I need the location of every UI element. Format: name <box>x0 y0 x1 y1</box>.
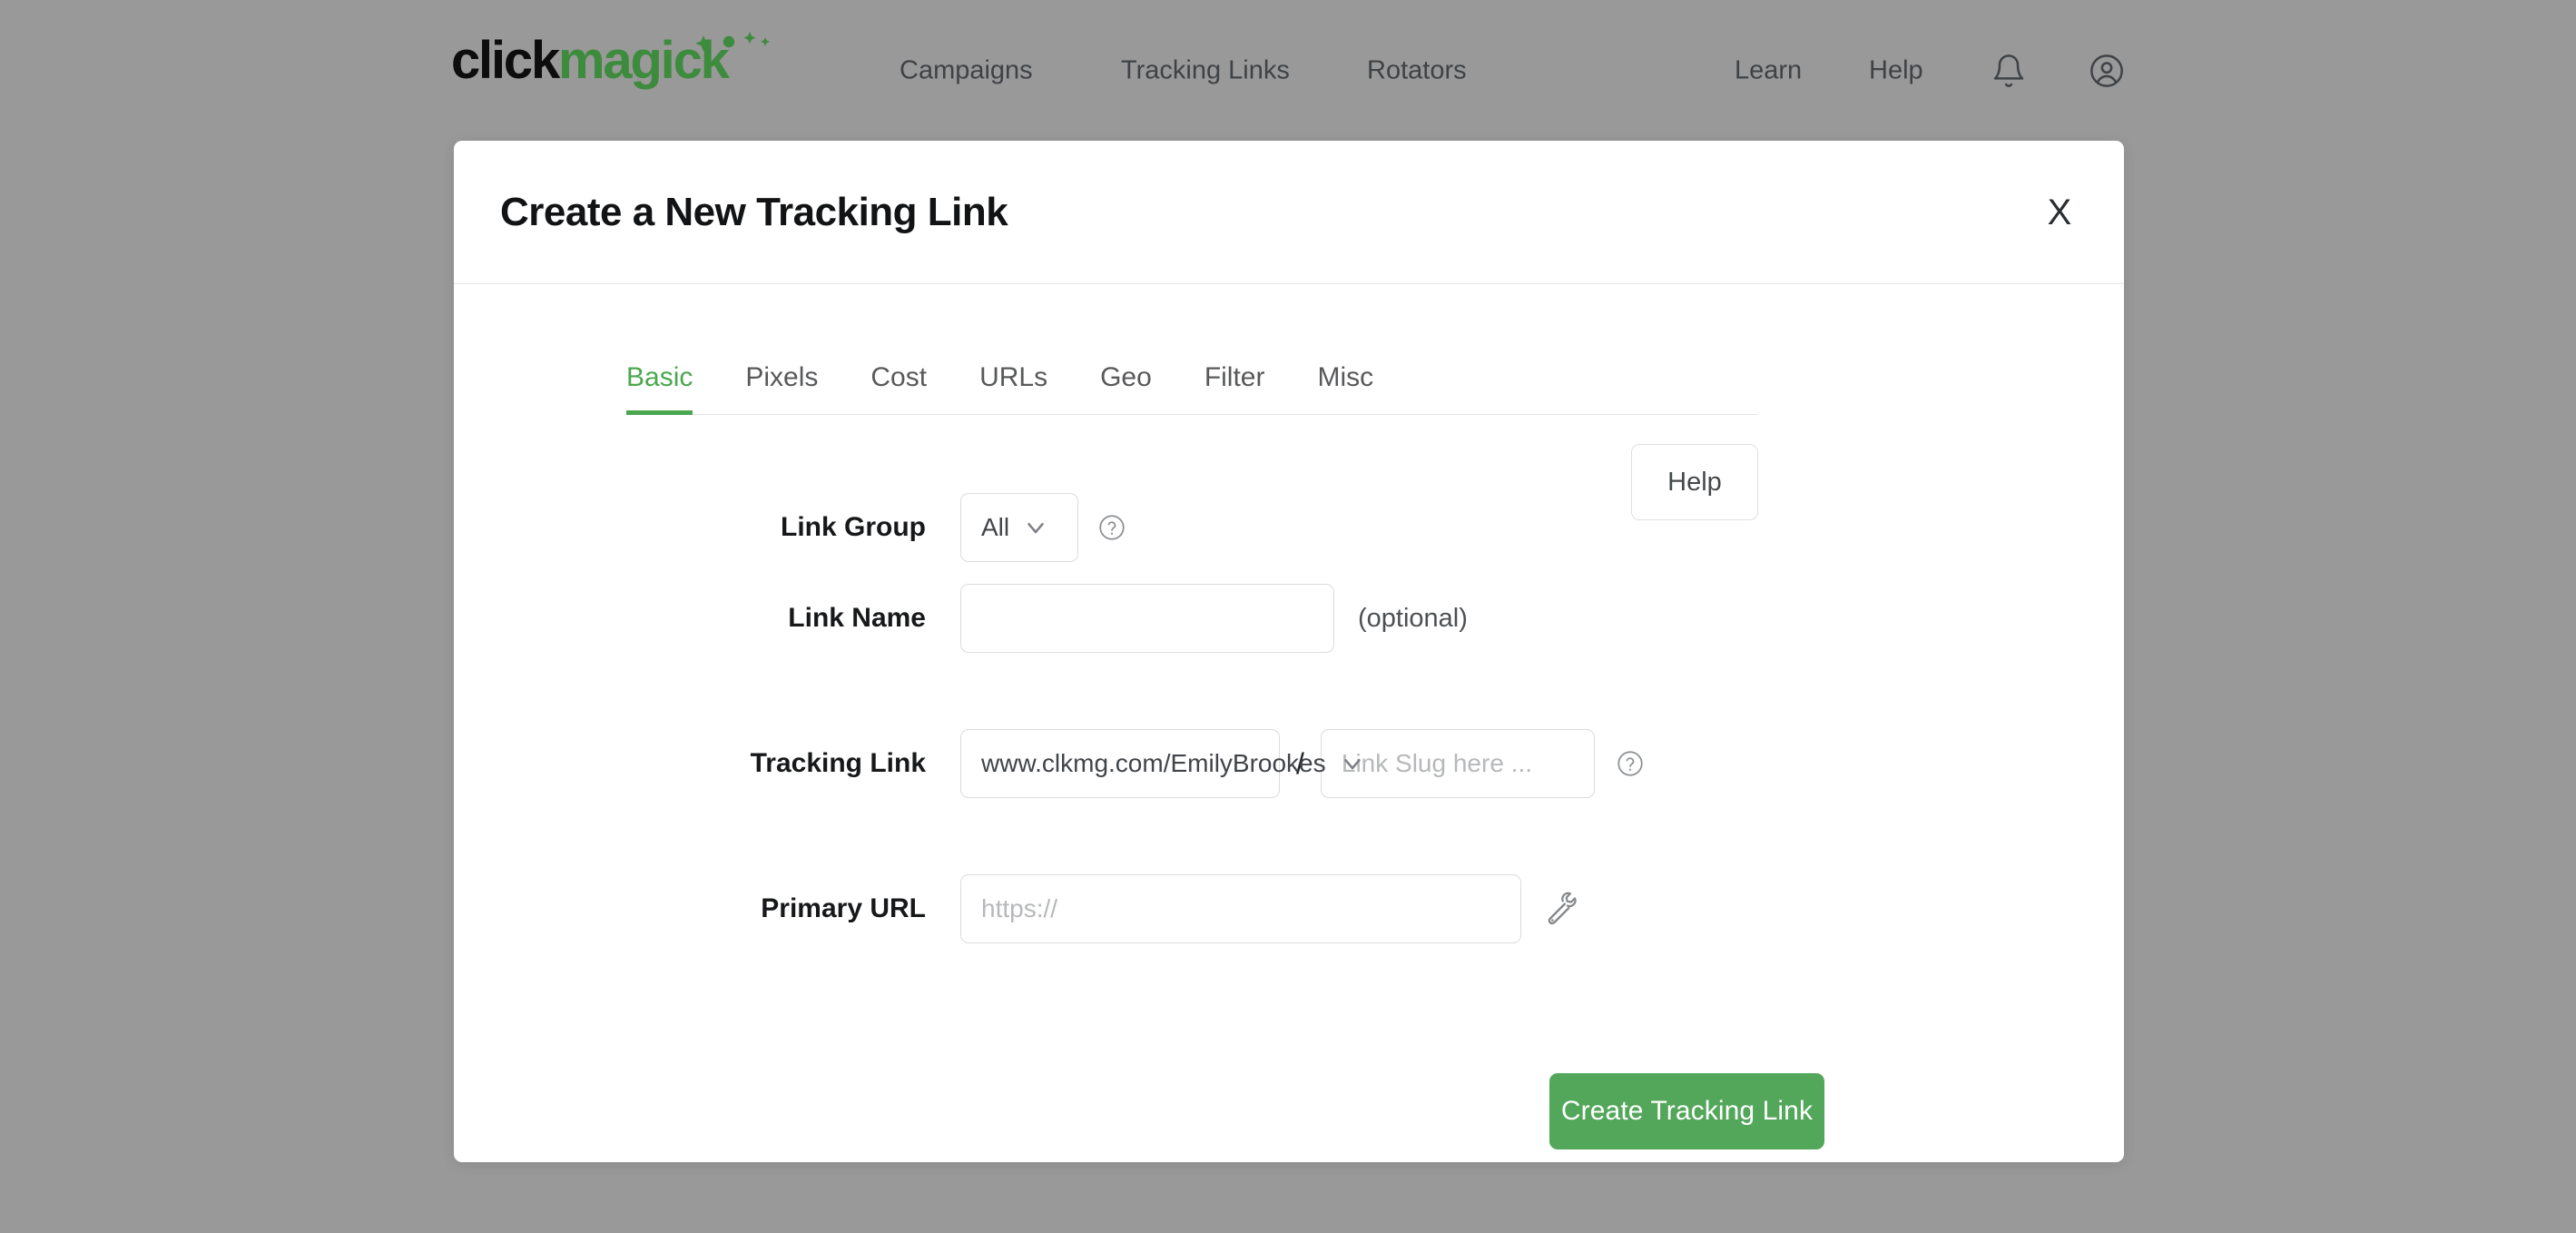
clickmagick-logo[interactable]: clickmagick <box>451 32 770 87</box>
question-circle-icon[interactable] <box>1098 514 1126 541</box>
help-button[interactable]: Help <box>1631 444 1758 520</box>
form-row-link-name: Link Name (optional) <box>626 584 1468 653</box>
link-name-label: Link Name <box>788 603 926 633</box>
top-navigation-bar: clickmagick Campaigns Tracking Links Rot… <box>0 0 2576 141</box>
nav-item-rotators[interactable]: Rotators <box>1367 57 1467 84</box>
primary-url-label: Primary URL <box>761 893 926 923</box>
tracking-link-label: Tracking Link <box>750 748 926 778</box>
bell-icon[interactable] <box>1991 53 2027 89</box>
page-title: Create a New Tracking Link <box>500 189 1008 234</box>
nav-item-help[interactable]: Help <box>1869 57 1923 84</box>
tracking-link-domain-value: www.clkmg.com/EmilyBrookes <box>981 749 1326 777</box>
form-row-primary-url: Primary URL <box>626 874 1579 943</box>
chevron-down-icon <box>1339 750 1366 777</box>
tab-urls[interactable]: URLs <box>979 364 1047 414</box>
tracking-link-domain-select[interactable]: www.clkmg.com/EmilyBrookes <box>960 729 1361 798</box>
account-circle-icon[interactable] <box>2089 53 2125 89</box>
modal-body: Basic Pixels Cost URLs Geo Filter Misc H… <box>454 284 2124 1161</box>
close-icon[interactable]: X <box>2036 189 2083 236</box>
nav-item-learn[interactable]: Learn <box>1735 57 1802 84</box>
question-circle-icon[interactable] <box>1617 750 1644 777</box>
link-group-select[interactable]: All <box>960 493 1078 562</box>
logo-text-magick: magick <box>558 31 730 90</box>
modal-header: Create a New Tracking Link X <box>454 141 2124 284</box>
link-name-optional-hint: (optional) <box>1358 603 1468 633</box>
form-row-link-group: Link Group All <box>626 493 1126 562</box>
tab-cost[interactable]: Cost <box>870 364 927 414</box>
form-row-tracking-link: Tracking Link www.clkmg.com/EmilyBrookes… <box>626 729 1644 798</box>
link-name-input[interactable] <box>960 584 1334 653</box>
create-tracking-link-button[interactable]: Create Tracking Link <box>1549 1073 1824 1149</box>
nav-item-tracking-links[interactable]: Tracking Links <box>1121 57 1290 84</box>
modal-tab-bar: Basic Pixels Cost URLs Geo Filter Misc <box>626 337 1758 415</box>
tab-filter[interactable]: Filter <box>1204 364 1265 414</box>
tab-basic[interactable]: Basic <box>626 364 693 415</box>
tab-pixels[interactable]: Pixels <box>745 364 818 414</box>
wrench-icon[interactable] <box>1545 892 1579 926</box>
tab-misc[interactable]: Misc <box>1317 364 1373 414</box>
logo-text-click: click <box>451 31 560 90</box>
link-group-selected-value: All <box>981 513 1010 541</box>
tab-geo[interactable]: Geo <box>1100 364 1152 414</box>
link-group-label: Link Group <box>781 512 926 542</box>
create-tracking-link-modal: Create a New Tracking Link X Basic Pixel… <box>454 141 2124 1162</box>
nav-item-campaigns[interactable]: Campaigns <box>900 57 1033 84</box>
primary-url-input[interactable] <box>960 874 1521 943</box>
chevron-down-icon <box>1022 514 1049 541</box>
